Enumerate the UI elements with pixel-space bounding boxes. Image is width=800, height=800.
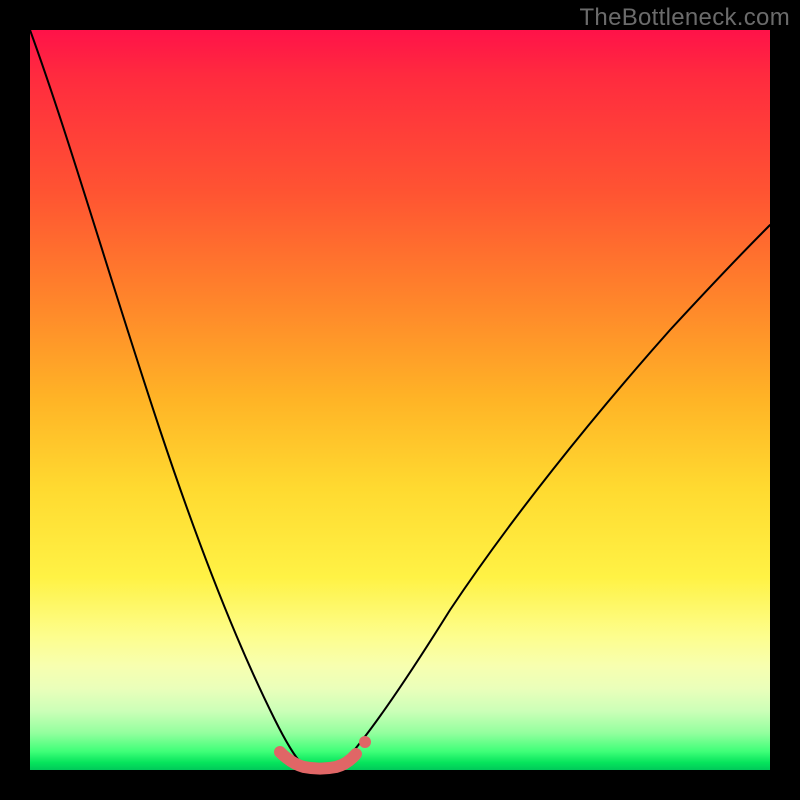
plot-area [30,30,770,770]
highlighted-optimum-band [280,752,356,769]
curve-left-branch [30,30,302,764]
watermark-text: TheBottleneck.com [579,4,790,32]
curve-right-branch [342,225,770,764]
curve-overlay [30,30,770,770]
chart-frame: TheBottleneck.com [0,0,800,800]
salmon-end-dot [359,736,371,748]
